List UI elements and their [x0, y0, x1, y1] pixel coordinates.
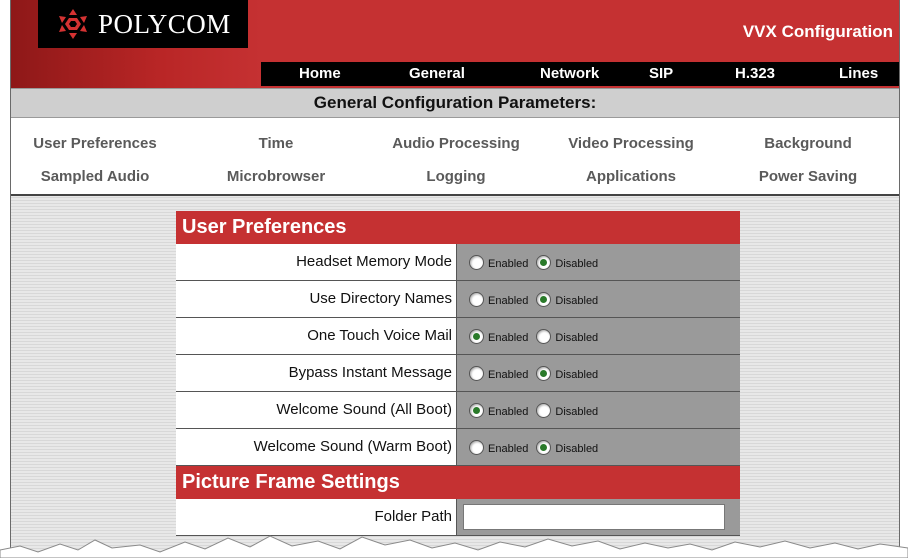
setting-row: Headset Memory Mode Enabled Disabled	[176, 244, 740, 281]
setting-row: Welcome Sound (All Boot) Enabled Disable…	[176, 392, 740, 429]
subnav-user-preferences[interactable]: User Preferences	[33, 135, 156, 152]
disabled-label: Disabled	[555, 368, 599, 381]
disabled-radio[interactable]	[536, 328, 552, 344]
polycom-logo-icon	[59, 9, 87, 39]
subnav-audio-processing[interactable]: Audio Processing	[392, 135, 520, 152]
enabled-label: Enabled	[488, 294, 529, 307]
setting-label: Welcome Sound (Warm Boot)	[176, 429, 457, 465]
subnav-microbrowser[interactable]: Microbrowser	[227, 168, 325, 185]
disabled-radio[interactable]	[536, 439, 552, 455]
setting-label: One Touch Voice Mail	[176, 318, 457, 354]
nav-lines[interactable]: Lines	[839, 65, 878, 82]
brand-name: POLYCOM	[98, 8, 231, 39]
setting-label: Use Directory Names	[176, 281, 457, 317]
nav-sip[interactable]: SIP	[649, 65, 673, 82]
setting-row: Bypass Instant Message Enabled Disabled	[176, 355, 740, 392]
radio-group: Enabled Disabled	[457, 318, 740, 354]
subnav-background[interactable]: Background	[764, 135, 852, 152]
radio-group: Enabled Disabled	[457, 244, 740, 280]
settings-panel: User Preferences Headset Memory Mode Ena…	[176, 211, 740, 536]
enabled-radio[interactable]	[469, 402, 484, 418]
setting-row: Welcome Sound (Warm Boot) Enabled Disabl…	[176, 429, 740, 466]
subnav-applications[interactable]: Applications	[586, 168, 676, 185]
user-preferences-header: User Preferences	[176, 211, 740, 244]
nav-general[interactable]: General	[409, 65, 465, 82]
general-config-title: General Configuration Parameters:	[11, 88, 899, 118]
enabled-radio[interactable]	[469, 254, 484, 270]
enabled-radio[interactable]	[469, 328, 484, 344]
subnav-video-processing[interactable]: Video Processing	[568, 135, 694, 152]
radio-group: Enabled Disabled	[457, 429, 740, 465]
nav-home[interactable]: Home	[299, 65, 341, 82]
disabled-label: Disabled	[555, 257, 599, 270]
nav-network[interactable]: Network	[540, 65, 599, 82]
disabled-radio[interactable]	[536, 291, 552, 307]
setting-label: Bypass Instant Message	[176, 355, 457, 391]
disabled-label: Disabled	[555, 331, 599, 344]
disabled-label: Disabled	[555, 294, 599, 307]
setting-label: Welcome Sound (All Boot)	[176, 392, 457, 428]
enabled-label: Enabled	[488, 331, 529, 344]
folder-path-input[interactable]	[463, 504, 725, 530]
enabled-label: Enabled	[488, 368, 529, 381]
setting-row: Use Directory Names Enabled Disabled	[176, 281, 740, 318]
enabled-radio[interactable]	[469, 439, 484, 455]
enabled-label: Enabled	[488, 257, 529, 270]
setting-row: One Touch Voice Mail Enabled Disabled	[176, 318, 740, 355]
torn-edge	[0, 535, 908, 558]
radio-group: Enabled Disabled	[457, 355, 740, 391]
subnav-sampled-audio[interactable]: Sampled Audio	[41, 168, 150, 185]
enabled-radio[interactable]	[469, 365, 484, 381]
disabled-radio[interactable]	[536, 402, 552, 418]
header: POLYCOM VVX Configuration Home General N…	[11, 0, 899, 88]
general-subnav: User Preferences Time Audio Processing V…	[11, 118, 899, 196]
enabled-label: Enabled	[488, 442, 529, 455]
radio-group: Enabled Disabled	[457, 392, 740, 428]
disabled-label: Disabled	[555, 442, 599, 455]
top-nav: Home General Network SIP H.323 Lines	[261, 62, 899, 86]
nav-h323[interactable]: H.323	[735, 65, 775, 82]
enabled-label: Enabled	[488, 405, 529, 418]
setting-label: Headset Memory Mode	[176, 244, 457, 280]
picture-frame-header: Picture Frame Settings	[176, 466, 740, 499]
disabled-radio[interactable]	[536, 365, 552, 381]
disabled-radio[interactable]	[536, 254, 552, 270]
subnav-logging[interactable]: Logging	[426, 168, 485, 185]
app-title: VVX Configuration	[742, 22, 893, 41]
polycom-logo: POLYCOM	[38, 0, 248, 48]
disabled-label: Disabled	[555, 405, 599, 418]
subnav-power-saving[interactable]: Power Saving	[759, 168, 857, 185]
subnav-time[interactable]: Time	[259, 135, 294, 152]
page-frame: POLYCOM VVX Configuration Home General N…	[10, 0, 900, 558]
enabled-radio[interactable]	[469, 291, 484, 307]
radio-group: Enabled Disabled	[457, 281, 740, 317]
